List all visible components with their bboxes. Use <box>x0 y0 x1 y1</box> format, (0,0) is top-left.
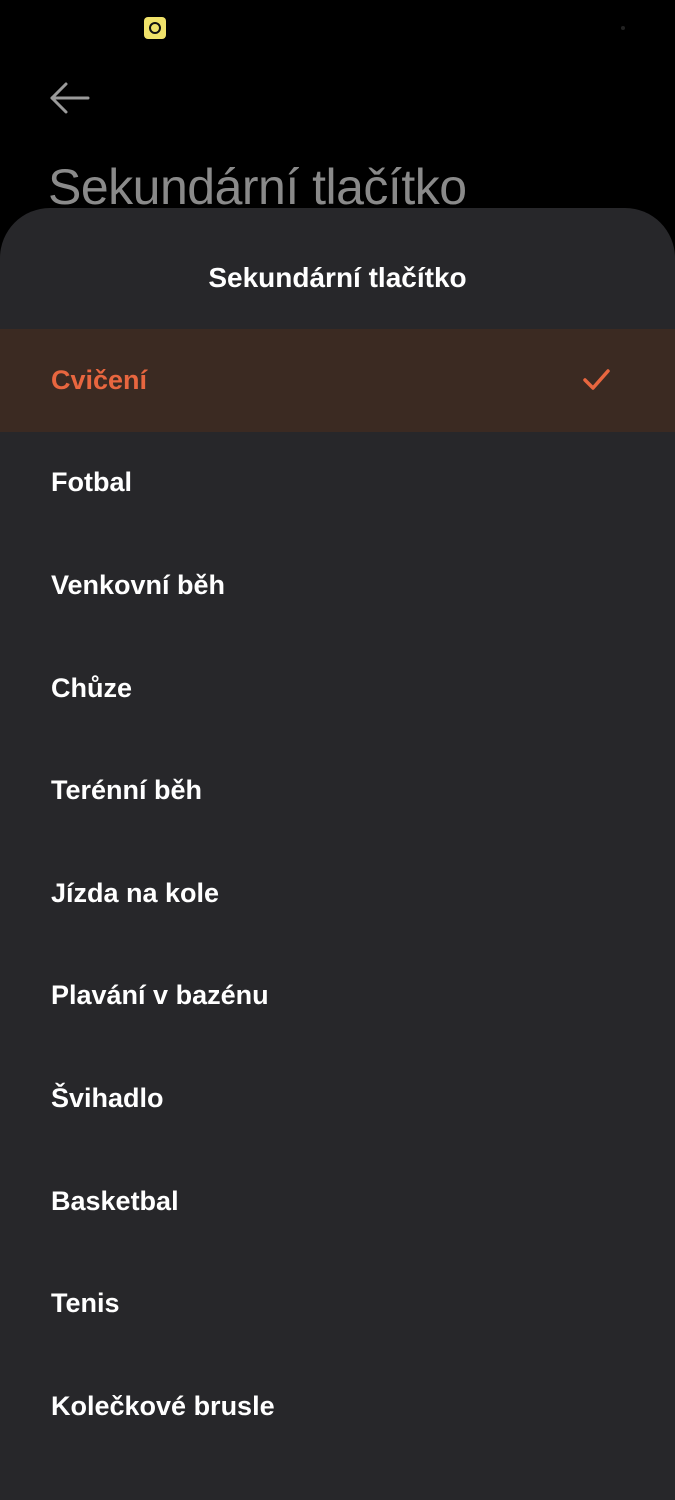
option-item-venkovni-beh[interactable]: Venkovní běh <box>0 534 675 637</box>
option-item-cviceni[interactable]: Cvičení <box>0 329 675 432</box>
option-item-fotbal[interactable]: Fotbal <box>0 432 675 535</box>
arrow-left-icon <box>50 82 90 114</box>
option-item-koleckove-brusle[interactable]: Kolečkové brusle <box>0 1355 675 1458</box>
option-item-tenis[interactable]: Tenis <box>0 1252 675 1355</box>
bottom-sheet: Sekundární tlačítko Cvičení Fotbal Venko… <box>0 208 675 1500</box>
screen-record-icon <box>144 17 166 39</box>
option-label: Kolečkové brusle <box>51 1390 275 1421</box>
option-item-terenni-beh[interactable]: Terénní běh <box>0 739 675 842</box>
option-label: Plavání v bazénu <box>51 980 269 1011</box>
option-label: Basketbal <box>51 1185 179 1216</box>
option-item-jizda-na-kole[interactable]: Jízda na kole <box>0 842 675 945</box>
option-label: Venkovní běh <box>51 569 226 600</box>
sheet-title: Sekundární tlačítko <box>208 262 467 293</box>
option-item-svihadlo[interactable]: Švihadlo <box>0 1047 675 1150</box>
option-item-chuze[interactable]: Chůze <box>0 637 675 740</box>
option-label: Jízda na kole <box>51 877 220 908</box>
option-label: Chůze <box>51 672 132 703</box>
screen: Sekundární tlačítko Sekundární tlačítko … <box>0 0 675 1500</box>
checkmark-icon <box>583 369 610 391</box>
option-label: Tenis <box>51 1288 120 1319</box>
status-indicator-dot <box>621 26 625 30</box>
back-button[interactable] <box>40 74 98 122</box>
option-label: Fotbal <box>51 467 132 498</box>
option-label: Švihadlo <box>51 1082 164 1113</box>
option-label: Cvičení <box>51 364 148 395</box>
option-item-plavani-v-bazenu[interactable]: Plavání v bazénu <box>0 945 675 1048</box>
option-label: Terénní běh <box>51 775 203 806</box>
option-list: Cvičení Fotbal Venkovní běh Chůze Terénn… <box>0 329 675 1458</box>
status-bar <box>0 0 675 56</box>
option-item-basketbal[interactable]: Basketbal <box>0 1150 675 1253</box>
